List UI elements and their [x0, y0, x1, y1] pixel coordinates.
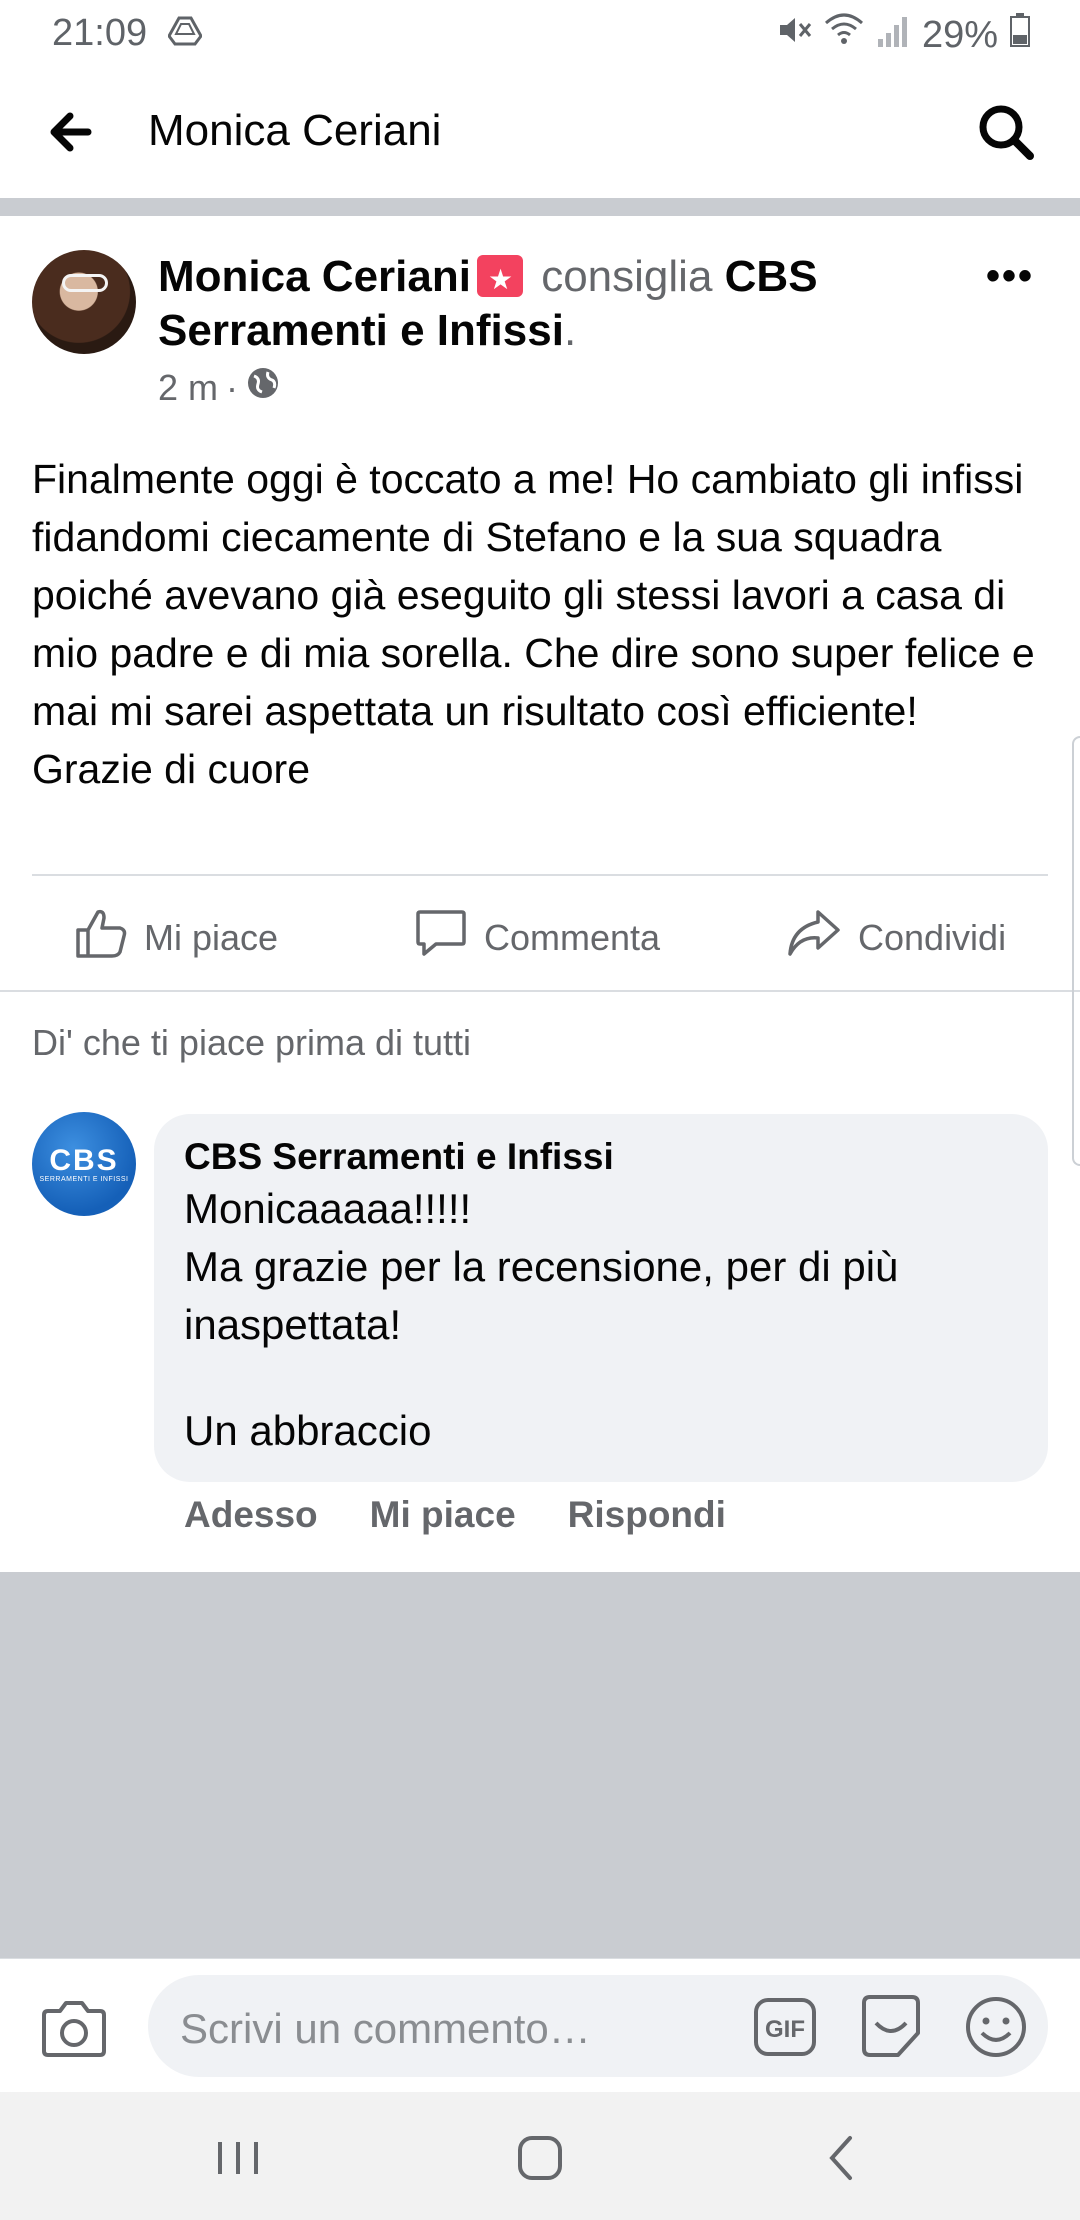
commenter-logo-subtext: SERRAMENTI E INFISSI — [39, 1175, 129, 1183]
home-icon[interactable] — [510, 2130, 570, 2186]
author-avatar[interactable] — [32, 250, 136, 354]
wifi-icon — [824, 13, 864, 57]
section-divider — [0, 198, 1080, 216]
comment-reply-button[interactable]: Rispondi — [568, 1494, 726, 1536]
comment-line: inaspettata! — [184, 1301, 402, 1348]
scroll-indicator[interactable] — [1072, 736, 1080, 1166]
system-nav-bar — [0, 2092, 1080, 2220]
back-arrow-icon[interactable] — [44, 104, 104, 160]
comment-placeholder: Scrivi un commento… — [180, 2005, 591, 2052]
post-text: Finalmente oggi è toccato a me! Ho cambi… — [32, 456, 1035, 792]
comment-composer: Scrivi un commento… GIF — [0, 1958, 1080, 2092]
comment-bubble[interactable]: CBS Serramenti e Infissi Monicaaaaa!!!!!… — [154, 1114, 1048, 1482]
app-bar: Monica Ceriani — [0, 64, 1080, 198]
comment-like-button[interactable]: Mi piace — [370, 1494, 516, 1536]
sticker-icon[interactable] — [858, 1993, 924, 2059]
gif-icon[interactable]: GIF — [753, 1997, 817, 2057]
more-options-icon[interactable]: ••• — [986, 254, 1034, 299]
signal-icon — [876, 14, 910, 57]
comment-line: Monicaaaaa!!!!! — [184, 1185, 472, 1232]
comment-actions: Adesso Mi piace Rispondi — [184, 1494, 726, 1536]
empty-feed-area — [0, 1572, 1080, 1958]
post-card: Monica Ceriani consiglia CBS Serramenti … — [0, 216, 1080, 1572]
page-title: Monica Ceriani — [148, 106, 442, 155]
like-label: Mi piace — [144, 916, 279, 958]
comment-author[interactable]: CBS Serramenti e Infissi — [184, 1134, 1018, 1180]
share-button[interactable]: Condividi — [786, 906, 1006, 969]
comment-label: Commenta — [484, 916, 661, 958]
share-arrow-icon — [786, 906, 842, 969]
comment-line: Un abbraccio — [184, 1407, 432, 1454]
post-header: Monica Ceriani consiglia CBS Serramenti … — [158, 250, 938, 358]
comment-line: Ma grazie per la recensione, per di più — [184, 1243, 899, 1290]
commenter-avatar[interactable]: CBS SERRAMENTI E INFISSI — [32, 1112, 136, 1216]
thumbs-up-icon — [74, 906, 128, 969]
camera-icon[interactable] — [40, 1999, 108, 2059]
status-bar: 21:09 29% — [0, 0, 1080, 64]
status-time: 21:09 — [52, 12, 148, 54]
post-time[interactable]: 2 m — [158, 367, 218, 409]
commenter-logo-text: CBS — [49, 1143, 119, 1177]
post-meta: 2 m · — [158, 366, 280, 409]
author-name[interactable]: Monica Ceriani — [158, 252, 471, 301]
comment-input[interactable]: Scrivi un commento… GIF — [148, 1975, 1048, 2077]
globe-icon — [246, 366, 280, 409]
comment-bubble-icon — [414, 906, 468, 969]
first-like-prompt: Di' che ti piace prima di tutti — [32, 1022, 472, 1063]
drive-icon — [167, 16, 203, 51]
recent-apps-icon[interactable] — [208, 2130, 268, 2186]
divider — [0, 990, 1080, 992]
battery-icon — [1010, 13, 1030, 57]
divider — [32, 874, 1048, 876]
comment-time[interactable]: Adesso — [184, 1494, 318, 1536]
post-actions: Mi piace Commenta Condividi — [0, 878, 1080, 990]
emoji-icon[interactable] — [964, 1995, 1028, 2059]
like-button[interactable]: Mi piace — [74, 906, 278, 969]
battery-percent: 29% — [921, 13, 998, 56]
status-icons: 29% — [776, 12, 1030, 58]
nav-back-icon[interactable] — [812, 2130, 872, 2186]
search-icon[interactable] — [974, 100, 1038, 164]
mute-icon — [776, 12, 812, 58]
comment-button[interactable]: Commenta — [414, 906, 660, 969]
share-label: Condividi — [858, 916, 1007, 958]
svg-text:GIF: GIF — [765, 2016, 805, 2043]
recommend-badge-icon — [476, 253, 523, 307]
post-verb: consiglia — [541, 252, 713, 301]
